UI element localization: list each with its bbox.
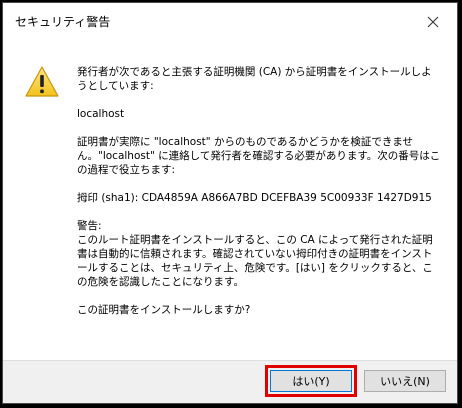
verify-note: 証明書が実際に "localhost" からのものであるかどうかを検証できません…: [77, 136, 441, 176]
intro-text: 発行者が次であると主張する証明機関 (CA) から証明書をインストールしようとし…: [77, 66, 432, 92]
button-bar: はい(Y) いいえ(N): [3, 360, 457, 403]
issuer-name: localhost: [77, 108, 125, 120]
message-content: 発行者が次であると主張する証明機関 (CA) から証明書をインストールしようとし…: [77, 65, 442, 331]
close-icon: [427, 16, 439, 28]
no-button[interactable]: いいえ(N): [364, 370, 446, 392]
security-warning-dialog: セキュリティ警告 発行者が次であると主張する証明機関 (CA) から証明書をイン…: [2, 2, 458, 404]
warning-icon: [25, 66, 59, 97]
thumbprint: 拇印 (sha1): CDA4859A A866A7BD DCEFBA39 5C…: [77, 192, 432, 204]
no-button-label: いいえ(N): [380, 375, 430, 388]
window-title: セキュリティ警告: [15, 15, 111, 29]
yes-button[interactable]: はい(Y): [270, 370, 352, 392]
warning-text: このルート証明書をインストールすると、この CA によって発行された証明書は自動…: [77, 234, 433, 288]
title-bar: セキュリティ警告: [3, 3, 457, 41]
warning-heading: 警告:: [77, 220, 102, 232]
install-question: この証明書をインストールしますか?: [77, 304, 251, 316]
close-button[interactable]: [417, 9, 449, 35]
yes-button-label: はい(Y): [292, 375, 330, 388]
